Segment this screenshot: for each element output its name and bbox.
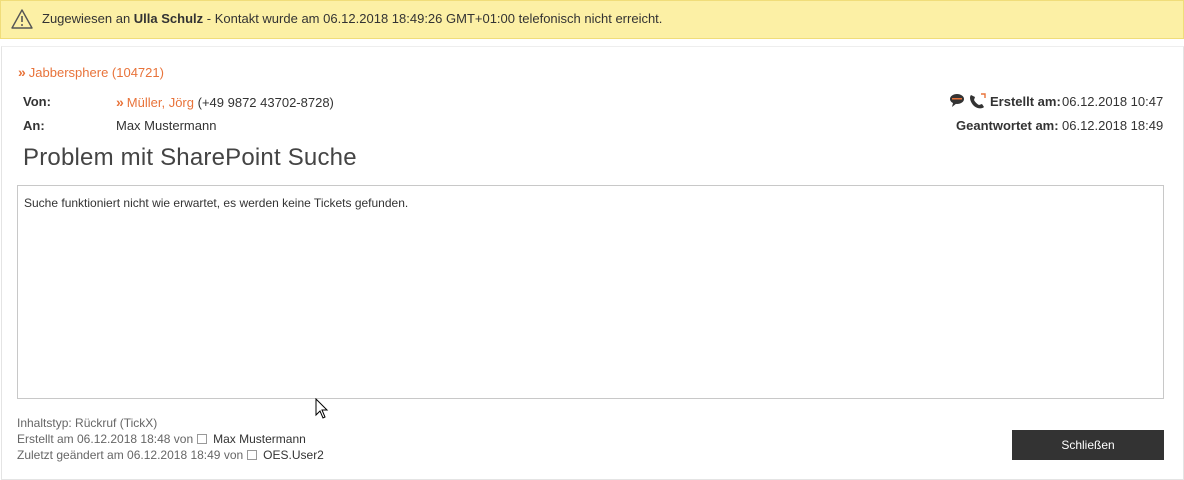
channel-icons: [950, 93, 986, 109]
answered-label: Geantwortet am:: [956, 118, 1059, 133]
created-value: 06.12.2018 10:47: [1062, 94, 1164, 109]
warning-icon: [11, 9, 33, 29]
modified-by: Zuletzt geändert am 06.12.2018 18:49 von…: [17, 448, 324, 462]
created-label: Erstellt am:: [990, 94, 1061, 109]
content-type: Inhaltstyp: Rückruf (TickX): [17, 416, 158, 430]
from-value: » Müller, Jörg (+49 9872 43702-8728): [116, 94, 334, 110]
modified-by-user[interactable]: OES.User2: [263, 448, 324, 462]
to-label: An:: [23, 118, 45, 133]
page-title: Problem mit SharePoint Suche: [23, 144, 357, 171]
from-contact-link[interactable]: Müller, Jörg: [127, 95, 194, 110]
created-by: Erstellt am 06.12.2018 18:48 von Max Must…: [17, 432, 306, 446]
user-icon: [197, 434, 208, 444]
banner-prefix: Zugewiesen an: [42, 11, 131, 26]
chat-icon: [950, 94, 964, 107]
chevron-right-icon: »: [116, 94, 124, 110]
answered-value: 06.12.2018 18:49: [1062, 118, 1164, 133]
modified-by-text: Zuletzt geändert am 06.12.2018 18:49 von: [17, 448, 244, 462]
from-label: Von:: [23, 94, 51, 109]
banner-assignee: Ulla Schulz: [133, 11, 204, 26]
mouse-cursor-icon: [315, 398, 329, 419]
assignment-banner: Zugewiesen an Ulla Schulz - Kontakt wurd…: [0, 0, 1184, 39]
user-icon: [247, 450, 258, 460]
created-by-user[interactable]: Max Mustermann: [213, 432, 306, 446]
organization-label[interactable]: Jabbersphere (104721): [29, 65, 164, 80]
banner-message: - Kontakt wurde am 06.12.2018 18:49:26 G…: [206, 11, 663, 26]
message-text: Suche funktioniert nicht wie erwartet, e…: [24, 196, 409, 210]
close-button[interactable]: Schließen: [1012, 430, 1164, 460]
from-phone: (+49 9872 43702-8728): [197, 95, 334, 110]
to-value: Max Mustermann: [116, 118, 217, 133]
message-body: Suche funktioniert nicht wie erwartet, e…: [17, 185, 1164, 399]
organization-link[interactable]: » Jabbersphere (104721): [18, 64, 164, 80]
created-by-text: Erstellt am 06.12.2018 18:48 von: [17, 432, 194, 446]
banner-text: Zugewiesen an Ulla Schulz - Kontakt wurd…: [42, 11, 662, 26]
phone-icon: [970, 93, 986, 109]
chevron-right-icon: »: [18, 64, 26, 80]
